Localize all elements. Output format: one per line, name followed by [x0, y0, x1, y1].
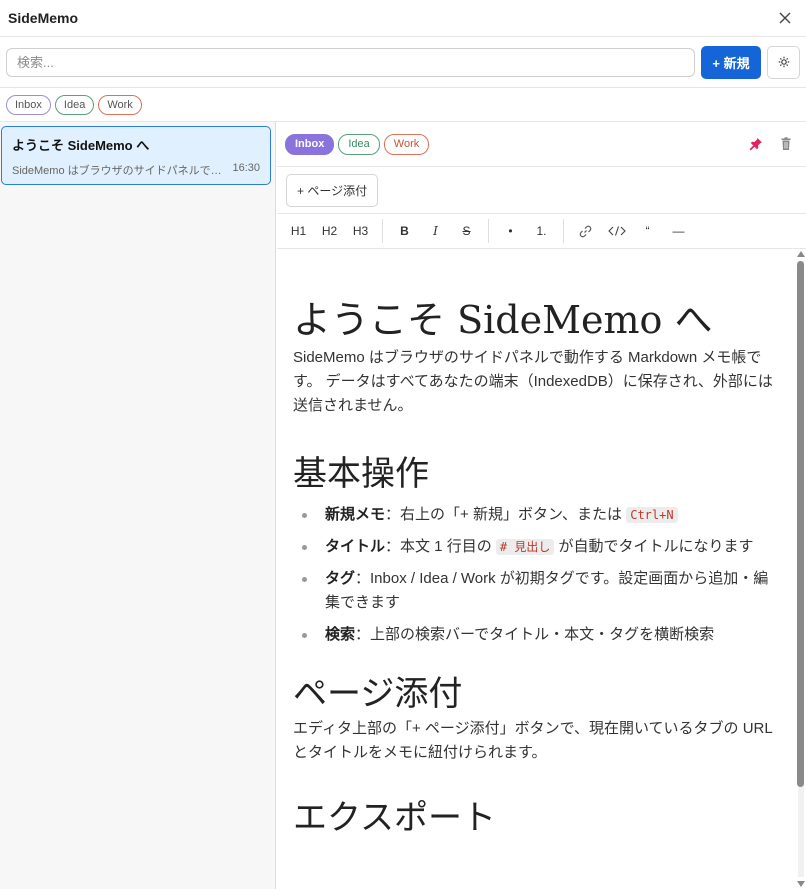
format-toolbar: H1 H2 H3 B I S • 1. “ — [277, 214, 806, 249]
note-item-time: 16:30 [232, 162, 260, 174]
doc-paragraph: エディタ上部の「+ ページ添付」ボタンで、現在開いているタブの URL とタイト… [293, 720, 773, 761]
editor-scrollbar[interactable] [796, 249, 806, 889]
document-content[interactable]: ようこそ SideMemo へ SideMemo はブラウザのサイドパネルで動作… [277, 249, 796, 889]
attach-bar: + ページ添付 [277, 167, 806, 214]
editor-pane: Inbox Idea Work + ページ添付 H1 H2 H3 B I S •… [277, 122, 806, 889]
search-input[interactable] [6, 47, 695, 77]
note-list: ようこそ SideMemo へ SideMemo はブラウザのサイドパネルで動作… [0, 122, 276, 889]
inline-code: Ctrl+N [626, 507, 678, 523]
gear-icon [778, 56, 789, 68]
code-icon [607, 226, 626, 236]
search-row: + 新規 [0, 37, 806, 88]
pin-icon [749, 138, 762, 151]
filter-tag-work[interactable]: Work [98, 94, 142, 115]
doc-heading-2: エクスポート [293, 798, 496, 838]
inline-code: # 見出し [495, 539, 555, 555]
list-item: 新規メモ：右上の「+ 新規」ボタン、または Ctrl+N [293, 503, 780, 527]
doc-paragraph: SideMemo はブラウザのサイドパネルで動作する Markdown メモ帳で… [293, 349, 773, 414]
filter-tag-idea[interactable]: Idea [54, 94, 95, 115]
list-item: 検索：上部の検索バーでタイトル・本文・タグを横断検索 [293, 623, 780, 647]
link-icon [579, 225, 592, 237]
title-bar: SideMemo [0, 0, 806, 37]
scroll-down-arrow-icon[interactable] [797, 881, 805, 887]
ordered-list-button[interactable]: 1. [526, 218, 557, 244]
heading2-button[interactable]: H2 [314, 218, 345, 244]
trash-icon [781, 137, 791, 150]
close-icon [779, 12, 791, 24]
editor-tag-bar: Inbox Idea Work [277, 122, 806, 167]
doc-heading-1: ようこそ SideMemo へ [293, 298, 713, 342]
tag-filter-row: Inbox Idea Work [0, 88, 806, 122]
horizontal-rule-button[interactable]: — [663, 218, 694, 244]
doc-bullet-list: 新規メモ：右上の「+ 新規」ボタン、または Ctrl+N タイトル：本文 1 行… [293, 503, 780, 647]
list-item: タグ：Inbox / Idea / Work が初期タグです。設定画面から追加・… [293, 567, 780, 615]
strikethrough-button[interactable]: S [451, 218, 482, 244]
toolbar-divider [382, 219, 383, 243]
editor-tag-work[interactable]: Work [383, 133, 430, 155]
pin-button[interactable] [748, 136, 764, 152]
heading3-button[interactable]: H3 [345, 218, 376, 244]
new-note-button[interactable]: + 新規 [701, 45, 761, 79]
toolbar-divider [488, 219, 489, 243]
bold-button[interactable]: B [389, 218, 420, 244]
code-button[interactable] [601, 218, 632, 244]
filter-tag-inbox[interactable]: Inbox [6, 94, 51, 115]
doc-heading-2: 基本操作 [293, 454, 429, 494]
editor-tag-inbox[interactable]: Inbox [285, 133, 335, 155]
doc-heading-2: ページ添付 [293, 674, 463, 714]
editor-tag-idea[interactable]: Idea [338, 133, 380, 155]
toolbar-divider [563, 219, 564, 243]
scroll-up-arrow-icon[interactable] [797, 251, 805, 257]
note-item-title: ようこそ SideMemo へ [12, 138, 150, 153]
list-item: タイトル：本文 1 行目の # 見出し が自動でタイトルになります [293, 535, 780, 559]
note-list-item[interactable]: ようこそ SideMemo へ SideMemo はブラウザのサイドパネルで動作… [1, 126, 271, 185]
delete-button[interactable] [778, 136, 794, 152]
heading1-button[interactable]: H1 [283, 218, 314, 244]
close-button[interactable] [774, 7, 796, 29]
app-title: SideMemo [8, 10, 79, 26]
note-item-preview: SideMemo はブラウザのサイドパネルで動作する Markdown メモ帳で… [12, 165, 222, 177]
quote-button[interactable]: “ [632, 218, 663, 244]
settings-button[interactable] [767, 45, 800, 79]
scrollbar-thumb[interactable] [797, 261, 804, 787]
attach-page-button[interactable]: + ページ添付 [286, 173, 379, 207]
italic-button[interactable]: I [420, 218, 451, 244]
bullet-list-button[interactable]: • [495, 218, 526, 244]
link-button[interactable] [570, 218, 601, 244]
